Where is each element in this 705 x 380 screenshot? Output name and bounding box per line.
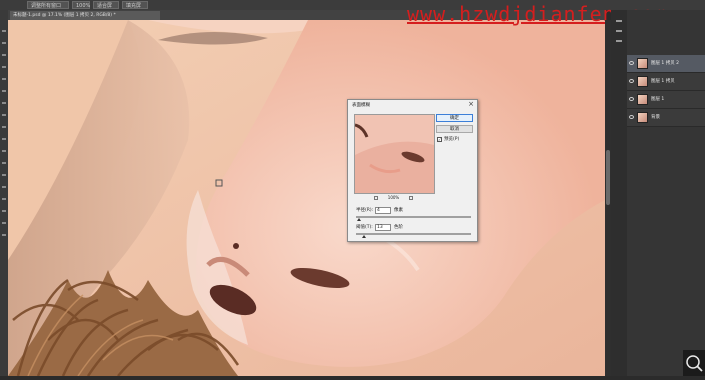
preview-zoom-row: 100% bbox=[354, 195, 433, 201]
tool-eraser-icon[interactable] bbox=[2, 138, 6, 140]
eye-icon[interactable] bbox=[629, 115, 634, 119]
layer-row[interactable]: 背景 bbox=[627, 109, 705, 127]
panel-properties-icon[interactable] bbox=[616, 30, 622, 32]
tool-history-icon[interactable] bbox=[2, 126, 6, 128]
tool-hand-icon[interactable] bbox=[2, 234, 6, 236]
layer-name: 图层 1 bbox=[651, 97, 665, 102]
threshold-slider-knob[interactable] bbox=[362, 235, 366, 238]
tool-marquee-icon[interactable] bbox=[2, 42, 6, 44]
right-panel: 图层 1 拷贝 2 图层 1 拷贝 图层 1 背景 bbox=[611, 10, 705, 376]
zoom-out-icon[interactable] bbox=[374, 196, 378, 200]
fit-screen-button[interactable]: 适合屏幕 bbox=[93, 1, 119, 17]
zoom-magnifier-icon[interactable] bbox=[683, 350, 705, 376]
layer-name: 图层 1 拷贝 bbox=[651, 79, 675, 84]
surface-blur-dialog: 表面模糊 × 确定 取消 ✓ 预览(P) 100% 半径(R): 4 像素 阈值… bbox=[347, 99, 478, 242]
canvas[interactable] bbox=[8, 20, 605, 376]
layer-thumbnail bbox=[637, 58, 648, 69]
tool-stamp-icon[interactable] bbox=[2, 114, 6, 116]
fill-screen-button[interactable]: 填充屏幕 bbox=[122, 1, 148, 17]
threshold-slider[interactable] bbox=[356, 233, 471, 238]
photo-face bbox=[8, 20, 605, 376]
tool-blur-icon[interactable] bbox=[2, 162, 6, 164]
panel-history-icon[interactable] bbox=[616, 20, 622, 22]
layer-name: 图层 1 拷贝 2 bbox=[651, 61, 680, 66]
tool-shape-icon[interactable] bbox=[2, 222, 6, 224]
threshold-input[interactable]: 13 bbox=[375, 224, 391, 231]
tool-pen-icon[interactable] bbox=[2, 186, 6, 188]
eye-icon[interactable] bbox=[629, 79, 634, 83]
tool-brush-icon[interactable] bbox=[2, 102, 6, 104]
close-icon[interactable]: × bbox=[468, 100, 474, 108]
fit-all-windows-button[interactable]: 调整所有窗口 bbox=[27, 1, 69, 9]
layer-row[interactable]: 图层 1 拷贝 bbox=[627, 73, 705, 91]
layer-name: 背景 bbox=[651, 115, 660, 120]
tool-eyedropper-icon[interactable] bbox=[2, 78, 6, 80]
radius-slider[interactable] bbox=[356, 216, 471, 221]
tools-panel bbox=[0, 10, 8, 376]
zoom-100-button[interactable]: 100% bbox=[72, 1, 90, 9]
layers-list: 图层 1 拷贝 2 图层 1 拷贝 图层 1 背景 bbox=[627, 55, 705, 127]
threshold-label: 阈值(T): bbox=[356, 225, 373, 230]
eye-icon[interactable] bbox=[629, 61, 634, 65]
panel-adjust-icon[interactable] bbox=[616, 40, 622, 42]
ok-button[interactable]: 确定 bbox=[436, 114, 473, 122]
layer-row[interactable]: 图层 1 bbox=[627, 91, 705, 109]
tool-heal-icon[interactable] bbox=[2, 90, 6, 92]
filter-preview[interactable] bbox=[354, 114, 435, 194]
eye-icon[interactable] bbox=[629, 97, 634, 101]
preview-checkbox[interactable]: ✓ bbox=[437, 137, 442, 142]
layer-thumbnail bbox=[637, 76, 648, 87]
radius-input[interactable]: 4 bbox=[375, 207, 391, 214]
tool-lasso-icon[interactable] bbox=[2, 54, 6, 56]
radius-unit: 像素 bbox=[394, 208, 403, 213]
tool-move-icon[interactable] bbox=[2, 30, 6, 32]
layer-thumbnail bbox=[637, 94, 648, 105]
radius-slider-knob[interactable] bbox=[357, 218, 361, 221]
tool-gradient-icon[interactable] bbox=[2, 150, 6, 152]
radius-label: 半径(R): bbox=[356, 208, 374, 213]
threshold-unit: 色阶 bbox=[394, 225, 403, 230]
dialog-title: 表面模糊 bbox=[352, 103, 370, 108]
layer-thumbnail bbox=[637, 112, 648, 123]
document-tab[interactable]: 未标题-1.psd @ 17.1% (图层 1 拷贝 2, RGB/8) * bbox=[10, 11, 160, 20]
tool-dodge-icon[interactable] bbox=[2, 174, 6, 176]
zoom-in-icon[interactable] bbox=[409, 196, 413, 200]
tool-crop-icon[interactable] bbox=[2, 66, 6, 68]
layer-row[interactable]: 图层 1 拷贝 2 bbox=[627, 55, 705, 73]
scrollbar-thumb[interactable] bbox=[606, 150, 610, 205]
preview-zoom-level: 100% bbox=[387, 195, 400, 200]
panel-icon-strip bbox=[611, 10, 627, 376]
tool-path-icon[interactable] bbox=[2, 210, 6, 212]
cancel-button[interactable]: 取消 bbox=[436, 125, 473, 133]
tool-type-icon[interactable] bbox=[2, 198, 6, 200]
preview-checkbox-label: 预览(P) bbox=[444, 137, 460, 142]
